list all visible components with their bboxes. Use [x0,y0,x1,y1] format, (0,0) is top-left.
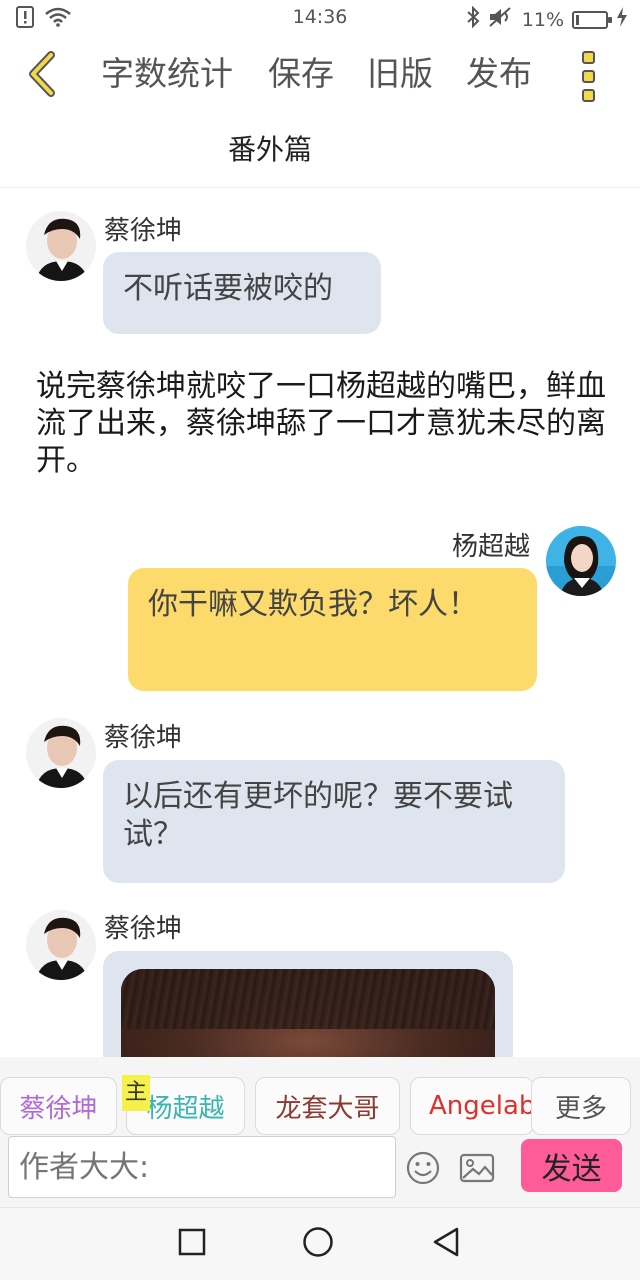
home-button[interactable] [300,1226,336,1262]
character-chip[interactable]: 蔡徐坤 [0,1077,117,1135]
publish-button[interactable]: 发布 [466,52,532,96]
message-bubble[interactable]: 不听话要被咬的 [103,252,381,334]
divider [0,187,640,188]
status-bar: 14:36 11% [0,0,640,36]
battery-level [576,14,579,25]
sender-name: 蔡徐坤 [104,216,183,246]
avatar-cxk[interactable] [26,211,96,281]
word-count-button[interactable]: 字数统计 [101,52,233,96]
chapter-title[interactable]: 番外篇 [0,128,540,168]
sender-name: 蔡徐坤 [104,914,183,944]
narration-text[interactable]: 说完蔡徐坤就咬了一口杨超越的嘴巴，鲜血流了出来，蔡徐坤舔了一口才意犹未尽的离开。 [36,368,606,479]
save-button[interactable]: 保存 [268,52,334,96]
menu-dot-icon [581,69,595,83]
top-toolbar: 字数统计 保存 旧版 发布 [0,36,640,116]
recent-apps-button[interactable] [174,1226,210,1262]
battery-percent: 11% [521,8,564,31]
menu-dot-icon [581,50,595,64]
old-version-button[interactable]: 旧版 [367,52,433,96]
battery-icon [572,10,612,29]
image-icon [459,1153,495,1190]
more-menu-button[interactable] [576,46,600,106]
status-right: 11% [466,5,628,33]
charging-icon [616,6,628,33]
photo-detail [121,969,495,1029]
message-input[interactable] [8,1136,396,1198]
back-nav-button[interactable] [428,1226,464,1262]
message-photo[interactable] [121,969,495,1071]
system-nav-bar [0,1207,640,1280]
emoji-button[interactable] [405,1150,441,1186]
image-picker-button[interactable] [459,1150,495,1186]
smiley-icon [405,1151,441,1190]
circle-icon [302,1226,334,1262]
message-bubble[interactable]: 你干嘛又欺负我？坏人！ [128,568,537,691]
compose-panel: 蔡徐坤 杨超越 主 龙套大哥 Angelaba 更多 发送 [0,1057,640,1207]
sender-name: 杨超越 [452,532,531,562]
sender-name: 蔡徐坤 [104,723,183,753]
image-message-bubble[interactable] [103,951,513,1071]
back-button[interactable] [20,48,64,104]
chevron-left-icon [25,51,59,101]
avatar-ycy[interactable] [546,526,616,596]
avatar-cxk[interactable] [26,718,96,788]
mute-icon [488,6,514,33]
character-chip[interactable]: Angelaba [410,1077,534,1135]
send-button[interactable]: 发送 [521,1139,622,1192]
more-characters-button[interactable]: 更多 [531,1077,631,1135]
avatar-cxk[interactable] [26,910,96,980]
square-icon [178,1228,206,1260]
menu-dot-icon [581,88,595,102]
main-character-badge: 主 [122,1075,150,1111]
triangle-back-icon [431,1226,461,1262]
message-bubble[interactable]: 以后还有更坏的呢？要不要试试？ [103,760,565,883]
character-chip[interactable]: 龙套大哥 [255,1077,400,1135]
bluetooth-icon [466,5,480,33]
